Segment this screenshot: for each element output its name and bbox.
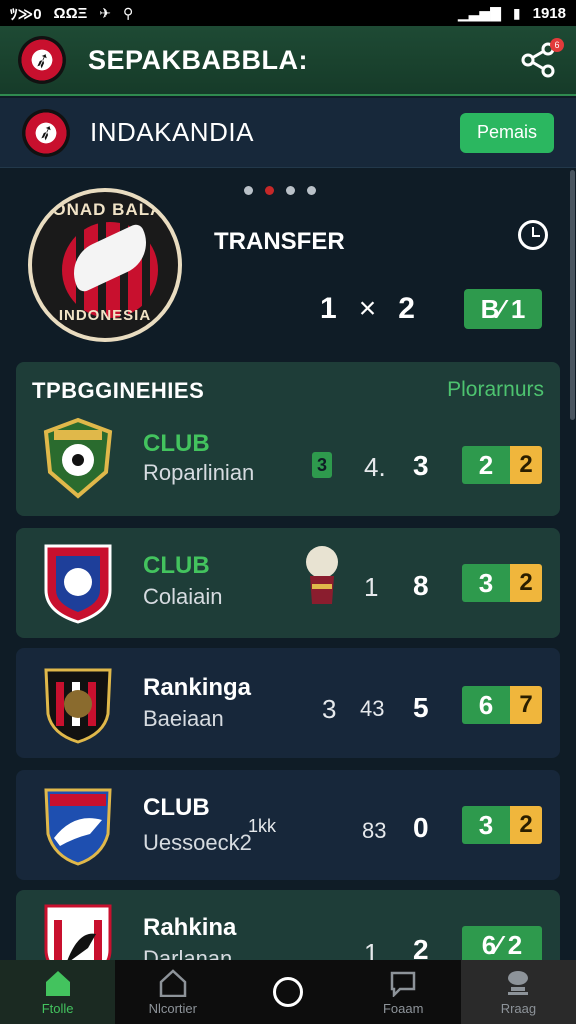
- pill-green: 2: [462, 446, 510, 484]
- rank-badge: 3: [312, 452, 332, 478]
- club-name: Rahkina: [143, 914, 237, 941]
- stat-value: 3: [322, 694, 337, 724]
- pill-yellow: 7: [510, 686, 542, 724]
- home-icon: [45, 970, 70, 996]
- club-card[interactable]: CLUB Uessoeck2 1kk 83 0 3 2: [16, 770, 560, 880]
- score-separator: ×: [358, 292, 377, 325]
- team-crest-large: IONAD BALA INDONESIA: [28, 188, 182, 342]
- stat-value: 3: [413, 450, 429, 481]
- app-title: SEPAKBABBLA:: [88, 44, 308, 75]
- share-button[interactable]: 6: [518, 38, 564, 80]
- score-pill[interactable]: 6 7: [462, 686, 542, 724]
- club-card[interactable]: CLUB Colaiain 1 8 3 2: [16, 528, 560, 638]
- club-logo: [44, 668, 112, 744]
- circle-icon: [273, 977, 303, 1007]
- stat-value: 4.: [364, 452, 386, 482]
- trophy-nav-icon: [508, 970, 529, 995]
- carousel-dot[interactable]: [244, 186, 253, 195]
- odds-pill[interactable]: B⁄ 1: [464, 289, 542, 329]
- club-logo: [44, 788, 112, 866]
- score-pill[interactable]: 3 2: [462, 564, 542, 602]
- nav-label: Rraag: [500, 1000, 537, 1016]
- pill-green: 6: [462, 686, 510, 724]
- club-subtitle: Roparlinian: [143, 460, 255, 485]
- club-card[interactable]: TPBGGINEHIES Plorarnurs CLUB Roparlinian…: [16, 362, 560, 516]
- section-title: TPBGGINEHIES: [32, 378, 205, 403]
- battery-icon: ▮: [512, 4, 521, 21]
- score-home: 1: [320, 292, 337, 325]
- score-pill[interactable]: 2 2: [462, 446, 542, 484]
- follow-button[interactable]: Pemais: [460, 112, 554, 153]
- wifi-icon: ✈: [99, 4, 111, 21]
- score-pill[interactable]: 6⁄ 2: [462, 926, 542, 964]
- club-name: CLUB: [143, 552, 210, 579]
- app-logo: ➶: [18, 36, 66, 84]
- nav-ranking[interactable]: Rraag: [460, 960, 576, 1024]
- stat-value: 5: [413, 692, 429, 723]
- club-name: Rankinga: [143, 674, 252, 701]
- stat-value: 43: [360, 696, 385, 721]
- carousel-dot[interactable]: [307, 186, 316, 195]
- bottom-nav: Ftolle Nlcortier Foaam Rraag: [0, 960, 576, 1024]
- stat-value: 1: [364, 572, 379, 602]
- nav-label: Ftolle: [41, 1000, 74, 1016]
- score-away: 2: [398, 292, 415, 325]
- club-subtitle: Baeiaan: [143, 706, 224, 731]
- nav-forum[interactable]: Foaam: [346, 960, 461, 1024]
- team-name: INDAKANDIA: [90, 117, 254, 147]
- club-card[interactable]: Rankinga Baeiaan 3 43 5 6 7: [16, 648, 560, 758]
- app-header: ➶ SEPAKBABBLA: 6: [0, 26, 576, 96]
- club-logo: [44, 544, 112, 624]
- crest-text-bottom: INDONESIA: [58, 307, 152, 324]
- club-subtitle: Uessoeck2: [143, 830, 252, 855]
- chat-icon: [390, 971, 416, 997]
- pill-green: 3: [462, 806, 510, 844]
- carousel-dot-active[interactable]: [265, 186, 274, 195]
- location-icon: ⚲: [123, 4, 134, 21]
- team-header: ➶ INDAKANDIA Pemais: [0, 98, 576, 168]
- clock-icon[interactable]: [518, 220, 548, 250]
- notification-badge: 6: [550, 38, 564, 52]
- signal-icon: ▁▃▅▇: [457, 4, 501, 21]
- team-logo: ➶: [22, 108, 70, 157]
- score-pill[interactable]: 3 2: [462, 806, 542, 844]
- crest-text-top: IONAD BALA: [46, 200, 164, 219]
- stat-value: 83: [362, 818, 387, 843]
- club-logo: [43, 417, 113, 499]
- scrollbar[interactable]: [570, 170, 575, 420]
- stat-value: 0: [413, 812, 429, 843]
- nav-label: Foaam: [382, 1000, 424, 1016]
- match-score: 1 × 2: [320, 292, 415, 326]
- nav-home[interactable]: Ftolle: [0, 960, 116, 1024]
- superscript-label: 1kk: [248, 816, 277, 836]
- nav-news[interactable]: Nlcortier: [115, 960, 230, 1024]
- nav-label: Nlcortier: [148, 1000, 197, 1016]
- carousel-dots[interactable]: [244, 186, 316, 195]
- transfer-label: TRANSFER: [214, 228, 345, 255]
- section-link[interactable]: Plorarnurs: [447, 378, 544, 404]
- status-icon-a: ﾂ≫0: [10, 5, 42, 23]
- trophy-icon: [306, 546, 338, 604]
- club-name: CLUB: [143, 430, 210, 457]
- status-bar: ﾂ≫0 ΩΩΞ ✈ ⚲ ▁▃▅▇ ▮ 1918: [0, 0, 576, 26]
- pill-yellow: 2: [510, 564, 542, 602]
- club-name: CLUB: [143, 794, 210, 821]
- pill-yellow: 2: [510, 806, 542, 844]
- pill-green: 3: [462, 564, 510, 602]
- status-time: 1918: [532, 4, 566, 22]
- match-hero[interactable]: IONAD BALA INDONESIA TRANSFER 1 × 2 B⁄ 1: [0, 168, 576, 358]
- status-icon-b: ΩΩΞ: [53, 4, 88, 22]
- carousel-dot[interactable]: [286, 186, 295, 195]
- club-subtitle: Colaiain: [143, 584, 223, 609]
- pill-yellow: 2: [510, 446, 542, 484]
- nav-center[interactable]: [230, 960, 345, 1024]
- stat-value: 8: [413, 570, 429, 601]
- house-outline-icon: [159, 968, 187, 997]
